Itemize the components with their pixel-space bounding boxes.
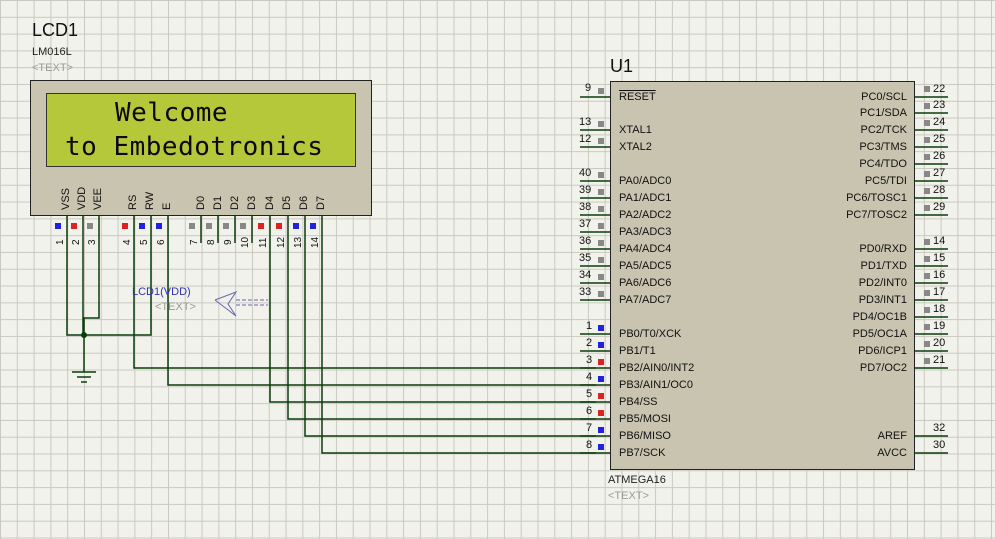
mcu-pin-number: 34 [579, 269, 592, 281]
mcu-pin-name: PA0/ADC0 [619, 175, 672, 187]
mcu-pin-name: PD2/INT0 [858, 277, 907, 289]
mcu-pin-number: 36 [579, 235, 592, 247]
mcu-pin-name: PC6/TOSC1 [846, 192, 907, 204]
mcu-pin-name: PA1/ADC1 [619, 192, 672, 204]
mcu-pin-name: PA2/ADC2 [619, 209, 672, 221]
mcu-pin-number: 29 [933, 201, 946, 213]
mcu-pin-name: PB4/SS [619, 396, 658, 408]
mcu-pin-number: 17 [933, 286, 946, 298]
mcu-pin-name: PD1/TXD [860, 260, 907, 272]
mcu-pin-name: PC7/TOSC2 [846, 209, 907, 221]
power-label-name: LCD1(VDD) [132, 286, 191, 298]
mcu-pin-number: 8 [586, 439, 593, 451]
mcu-model: ATMEGA16 [608, 474, 666, 486]
mcu-pin-name: XTAL1 [619, 124, 652, 136]
mcu-pin-number: 15 [933, 252, 946, 264]
mcu-pin-name: PB1/T1 [619, 345, 656, 357]
mcu-pin-number: 22 [933, 83, 946, 95]
mcu-pin-number: 24 [933, 116, 946, 128]
mcu-pin-number: 4 [586, 371, 593, 383]
mcu-pin-number: 18 [933, 303, 946, 315]
mcu-pin-number: 30 [933, 439, 946, 451]
mcu-pin-number: 37 [579, 218, 592, 230]
mcu-pin-name: PB6/MISO [619, 430, 671, 442]
mcu-component[interactable] [610, 81, 915, 470]
mcu-pin-name: PD0/RXD [859, 243, 907, 255]
mcu-pin-name: XTAL2 [619, 141, 652, 153]
mcu-pin-number: 25 [933, 133, 946, 145]
mcu-pin-name: PD3/INT1 [858, 294, 907, 306]
mcu-pin-name: AVCC [877, 447, 907, 459]
mcu-pin-name: PC0/SCL [861, 91, 907, 103]
mcu-pin-name: PC5/TDI [864, 175, 907, 187]
mcu-pin-number: 2 [586, 337, 593, 349]
mcu-text-placeholder: <TEXT> [608, 490, 649, 502]
mcu-pin-name: PB0/T0/XCK [619, 328, 682, 340]
mcu-pin-number: 28 [933, 184, 946, 196]
power-label-text: <TEXT> [155, 301, 196, 313]
mcu-pin-name: PB7/SCK [619, 447, 666, 459]
mcu-pin-number: 7 [586, 422, 593, 434]
mcu-pin-number: 5 [586, 388, 593, 400]
mcu-pin-number: 39 [579, 184, 592, 196]
mcu-pin-number: 21 [933, 354, 946, 366]
mcu-pin-number: 3 [586, 354, 593, 366]
mcu-pin-name: PB3/AIN1/OC0 [619, 379, 693, 391]
mcu-pin-name: PD5/OC1A [852, 328, 907, 340]
mcu-pin-number: 12 [579, 133, 592, 145]
mcu-pin-name: PD6/ICP1 [858, 345, 907, 357]
mcu-pin-number: 16 [933, 269, 946, 281]
mcu-pin-number: 14 [933, 235, 946, 247]
mcu-pin-number: 33 [579, 286, 592, 298]
mcu-pin-number: 27 [933, 167, 946, 179]
mcu-pin-number: 35 [579, 252, 592, 264]
mcu-pin-name: PC2/TCK [860, 124, 907, 136]
mcu-pin-number: 26 [933, 150, 946, 162]
mcu-pin-name: PC3/TMS [859, 141, 907, 153]
mcu-pin-name: PD4/OC1B [852, 311, 907, 323]
mcu-pin-name: PA5/ADC5 [619, 260, 672, 272]
mcu-pin-name: PC1/SDA [859, 107, 907, 119]
mcu-pin-number: 9 [585, 82, 592, 94]
mcu-pin-number: 19 [933, 320, 946, 332]
mcu-reference: U1 [610, 56, 634, 76]
mcu-pin-name: PD7/OC2 [859, 362, 907, 374]
mcu-pin-number: 20 [933, 337, 946, 349]
mcu-pin-name: PA7/ADC7 [619, 294, 672, 306]
mcu-pin-number: 38 [579, 201, 592, 213]
mcu-pin-number: 6 [586, 405, 593, 417]
mcu-pin-name: PB2/AIN0/INT2 [619, 362, 695, 374]
mcu-pin-name: PB5/MOSI [619, 413, 671, 425]
mcu-pin-number: 40 [579, 167, 592, 179]
mcu-pin-number: 23 [933, 99, 946, 111]
mcu-pin-number: 1 [586, 320, 593, 332]
mcu-pin-name: PA6/ADC6 [619, 277, 672, 289]
mcu-pin-name: RESET [619, 91, 656, 103]
mcu-pin-name: AREF [877, 430, 907, 442]
mcu-pin-name: PA3/ADC3 [619, 226, 672, 238]
mcu-pin-number: 13 [579, 116, 592, 128]
mcu-pin-name: PC4/TDO [859, 158, 907, 170]
mcu-pin-name: PA4/ADC4 [619, 243, 672, 255]
mcu-pin-number: 32 [933, 422, 946, 434]
